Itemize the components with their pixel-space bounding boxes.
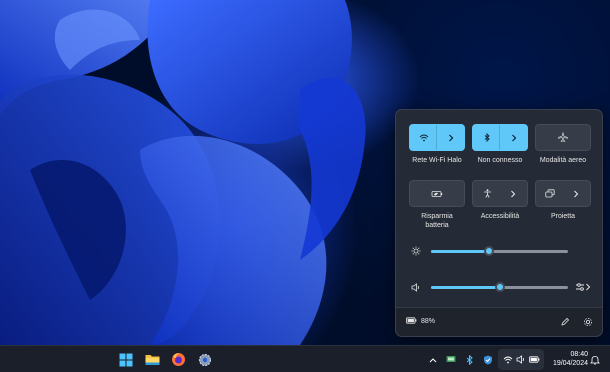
battery-status[interactable]: 88%	[406, 317, 435, 326]
gear-icon[interactable]	[582, 316, 594, 328]
tile-accessibility: Accessibilità	[472, 180, 528, 230]
quick-settings-row-1: Rete Wi-Fi Halo Non connesso Modalità ae…	[409, 124, 591, 165]
bluetooth-toggle[interactable]	[472, 124, 528, 151]
tile-label: Proietta	[550, 213, 576, 220]
volume-slider[interactable]	[431, 282, 568, 292]
volume-slider-row	[409, 280, 591, 294]
tile-label: Modalità aereo	[539, 157, 587, 164]
airplane-toggle[interactable]	[535, 124, 591, 151]
speaker-icon[interactable]	[409, 280, 423, 294]
brightness-slider[interactable]	[431, 246, 568, 256]
bluetooth-icon	[473, 125, 501, 150]
chevron-up-icon[interactable]	[427, 354, 438, 365]
brightness-fill	[431, 250, 489, 253]
tile-label: Risparmia batteria	[421, 213, 453, 229]
airplane-icon	[558, 129, 568, 147]
tile-cast: Proietta	[535, 180, 591, 230]
tile-wifi: Rete Wi-Fi Halo	[409, 124, 465, 165]
battery-icon	[406, 317, 417, 326]
accessibility-toggle[interactable]	[472, 180, 528, 207]
wifi-icon	[410, 125, 438, 150]
volume-icon	[515, 354, 526, 365]
clock-time: 08:40	[570, 351, 588, 358]
tile-battery-saver: Risparmia batteria	[409, 180, 465, 230]
firefox-icon[interactable]	[170, 351, 187, 368]
cast-icon	[536, 181, 564, 206]
file-explorer-icon[interactable]	[144, 351, 161, 368]
battery-saver-toggle[interactable]	[409, 180, 465, 207]
clock-date: 19/04/2024	[552, 360, 588, 367]
security-icon[interactable]	[482, 354, 493, 365]
chevron-right-icon[interactable]	[499, 125, 527, 150]
tile-bluetooth: Non connesso	[472, 124, 528, 165]
battery-icon	[529, 354, 540, 365]
volume-thumb[interactable]	[494, 282, 505, 292]
volume-fill	[431, 286, 500, 289]
brightness-icon	[409, 244, 423, 258]
cast-toggle[interactable]	[535, 180, 591, 207]
tile-label: Accessibilità	[480, 213, 520, 220]
notification-bell-icon[interactable]	[589, 354, 600, 365]
accessibility-icon	[473, 181, 501, 206]
tile-label: Non connesso	[477, 157, 523, 164]
quick-settings-button[interactable]	[498, 349, 544, 370]
start-icon[interactable]	[117, 351, 134, 368]
taskbar: 08:40 19/04/2024	[0, 345, 610, 372]
chevron-right-icon[interactable]	[436, 125, 464, 150]
network-tray-icon[interactable]	[446, 354, 457, 365]
bluetooth-tray-icon[interactable]	[464, 354, 475, 365]
brightness-thumb[interactable]	[483, 246, 494, 256]
wifi-toggle[interactable]	[409, 124, 465, 151]
battery-percentage: 88%	[421, 318, 436, 325]
chevron-right-icon[interactable]	[562, 181, 590, 206]
tile-airplane: Modalità aereo	[535, 124, 591, 165]
chevron-right-icon[interactable]	[499, 181, 527, 206]
pencil-icon[interactable]	[559, 316, 571, 328]
quick-settings-panel: Rete Wi-Fi Halo Non connesso Modalità ae…	[395, 109, 603, 337]
tile-label: Rete Wi-Fi Halo	[412, 157, 462, 164]
battery-saver-icon	[431, 185, 443, 203]
audio-output-icon[interactable]	[575, 280, 591, 294]
wifi-icon	[502, 354, 513, 365]
brightness-slider-row	[409, 244, 591, 258]
taskbar-clock[interactable]: 08:40 19/04/2024	[546, 350, 588, 368]
quick-settings-footer: 88%	[396, 307, 602, 336]
quick-settings-row-2: Risparmia batteria Accessibilità Proiett…	[409, 180, 591, 230]
settings-app-icon[interactable]	[196, 351, 213, 368]
